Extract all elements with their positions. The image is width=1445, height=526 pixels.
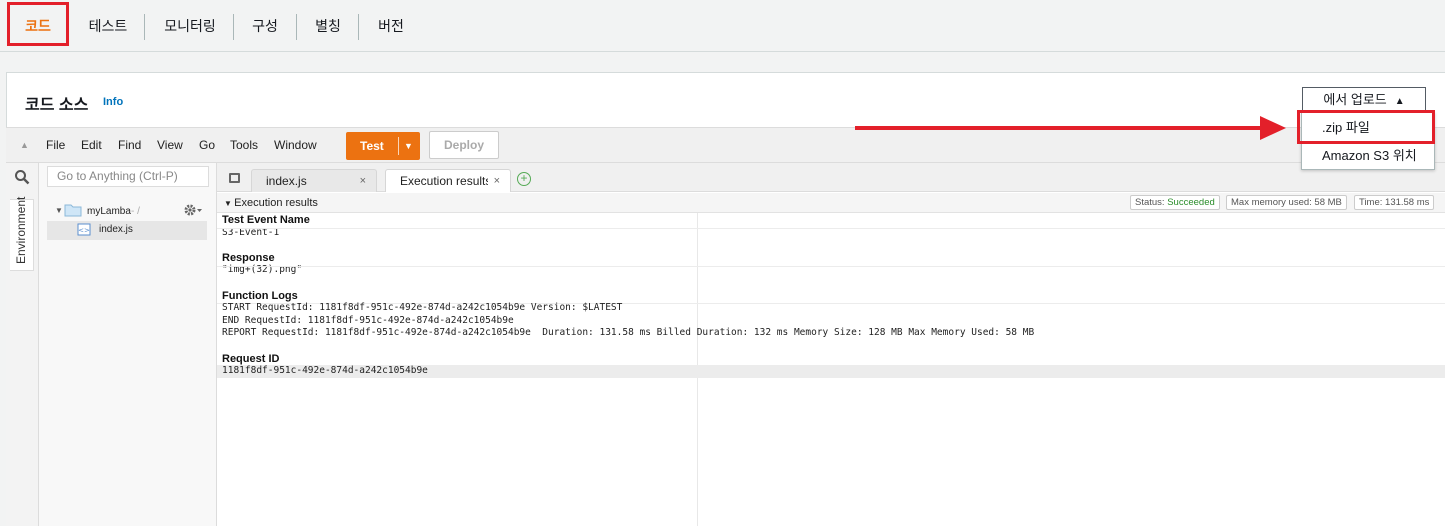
memory-badge: Max memory used: 58 MB (1226, 195, 1347, 210)
code-tab-highlight (7, 2, 69, 46)
tab-aliases[interactable]: 별칭 (309, 12, 347, 40)
menu-go[interactable]: Go (199, 138, 215, 152)
editor-tab-execution-results[interactable]: Execution results × (385, 169, 511, 192)
tab-divider (144, 14, 145, 40)
menu-view[interactable]: View (157, 138, 183, 152)
collapse-icon[interactable]: ▲ (20, 140, 29, 150)
ide-menubar: ▲ File Edit Find View Go Tools Window Te… (6, 127, 1445, 163)
results-title[interactable]: ▼ Execution results (224, 197, 318, 209)
close-icon[interactable]: × (494, 170, 500, 192)
file-tree: Go to Anything (Ctrl-P) ▼ myLamba - / <>… (39, 163, 217, 526)
status-value: Succeeded (1167, 197, 1215, 208)
ide-left-strip: Environment (6, 163, 39, 526)
editor-tab-label: Execution results (400, 174, 488, 188)
zip-option-highlight (1297, 110, 1435, 144)
panel-title: 코드 소스 (25, 97, 89, 114)
folder-expand-icon[interactable]: ▼ (55, 206, 63, 215)
folder-name[interactable]: myLamba (87, 206, 131, 217)
editor-tab-bar: index.js × Execution results × + (217, 163, 1445, 192)
menu-find[interactable]: Find (118, 138, 141, 152)
environment-label: Environment (14, 196, 28, 264)
row-divider (217, 266, 1445, 267)
status-badge: Status: Succeeded (1130, 195, 1220, 210)
gear-icon[interactable] (183, 203, 203, 217)
info-link[interactable]: Info (103, 96, 123, 108)
upload-label: 에서 업로드 (1323, 92, 1387, 107)
lambda-code-page: { "tabs": [ {"label": "코드"}, {"label": "… (0, 0, 1445, 526)
row-divider (217, 228, 1445, 229)
test-label: Test (360, 139, 384, 153)
logs-title: Function Logs (222, 290, 298, 302)
test-event-title: Test Event Name (222, 214, 310, 226)
annotation-arrow-line (855, 126, 1267, 130)
tab-divider (358, 14, 359, 40)
goto-anything-input[interactable]: Go to Anything (Ctrl-P) (47, 166, 209, 187)
folder-icon (64, 204, 82, 217)
annotation-arrow-icon (1260, 116, 1286, 140)
menu-item-s3[interactable]: Amazon S3 위치 (1302, 143, 1434, 169)
environment-tab[interactable]: Environment (10, 196, 34, 271)
editor-tab-index[interactable]: index.js × (251, 169, 377, 192)
file-list-icon[interactable] (229, 173, 240, 183)
menu-file[interactable]: File (46, 138, 65, 152)
add-tab-icon[interactable]: + (517, 172, 531, 186)
log-line: REPORT RequestId: 1181f8df-951c-492e-874… (222, 327, 1035, 338)
test-button[interactable]: Test ▼ (346, 132, 420, 160)
caret-down-icon[interactable]: ▼ (404, 132, 413, 160)
expand-icon: ▼ (224, 199, 235, 208)
function-tab-bar: 코드 테스트 모니터링 구성 별칭 버전 (0, 0, 1445, 52)
request-id-value[interactable]: 1181f8df-951c-492e-874d-a242c1054b9e (222, 365, 428, 376)
close-icon[interactable]: × (360, 170, 366, 192)
menu-window[interactable]: Window (274, 138, 317, 152)
editor-tab-label: index.js (266, 174, 307, 188)
results-title-text: Execution results (234, 197, 318, 209)
menu-tools[interactable]: Tools (230, 138, 258, 152)
log-line: START RequestId: 1181f8df-951c-492e-874d… (222, 302, 623, 313)
tab-configuration[interactable]: 구성 (246, 12, 284, 40)
file-name[interactable]: index.js (99, 224, 133, 235)
tab-versions[interactable]: 버전 (372, 12, 410, 40)
tab-test[interactable]: 테스트 (82, 12, 134, 40)
search-icon[interactable] (14, 169, 30, 185)
status-label: Status: (1135, 197, 1165, 208)
response-title: Response (222, 252, 275, 264)
svg-text:<>: <> (78, 227, 90, 235)
log-line: END RequestId: 1181f8df-951c-492e-874d-a… (222, 315, 514, 326)
js-file-icon: <> (77, 223, 91, 236)
time-badge: Time: 131.58 ms (1354, 195, 1435, 210)
request-id-title: Request ID (222, 353, 280, 365)
results-header: ▼ Execution results Status: Succeeded Ma… (217, 193, 1445, 213)
button-divider (398, 137, 399, 155)
tab-monitoring[interactable]: 모니터링 (158, 12, 222, 40)
tab-divider (296, 14, 297, 40)
deploy-button[interactable]: Deploy (429, 131, 499, 159)
tab-divider (233, 14, 234, 40)
folder-path: - / (131, 206, 140, 217)
menu-edit[interactable]: Edit (81, 138, 102, 152)
editor-area: index.js × Execution results × + ▼ Executi… (217, 163, 1445, 526)
